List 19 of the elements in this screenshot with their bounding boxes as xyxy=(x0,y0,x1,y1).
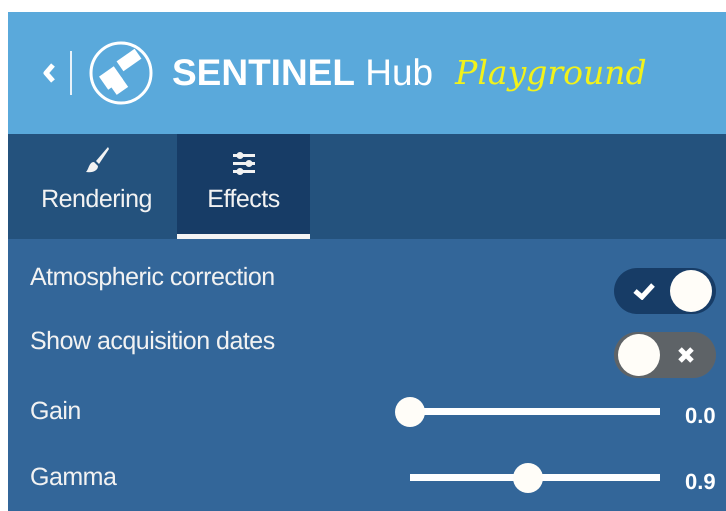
toggle-switch[interactable] xyxy=(614,268,716,314)
slider-value: 0.0 xyxy=(685,402,716,430)
slider-thumb[interactable] xyxy=(512,463,542,493)
panel-tab[interactable]: Effects xyxy=(177,134,310,239)
slider-value: 0.9 xyxy=(685,468,716,496)
paintbrush-icon xyxy=(84,144,110,174)
check-icon xyxy=(632,282,656,300)
setting-label: Gamma xyxy=(30,462,118,494)
sliders-icon xyxy=(230,150,256,174)
setting-label: Atmospheric correction xyxy=(30,262,275,294)
back-icon[interactable] xyxy=(42,62,56,84)
panel-tab[interactable]: Rendering xyxy=(30,134,163,239)
toggle-switch[interactable] xyxy=(614,332,716,378)
setting-label: Show acquisition dates xyxy=(30,326,275,358)
product-name: Playground xyxy=(455,52,647,94)
slider-thumb[interactable] xyxy=(395,397,425,427)
setting-label: Gain xyxy=(30,396,82,428)
close-icon xyxy=(677,346,695,364)
brand-name: SENTINEL Hub xyxy=(172,51,434,96)
